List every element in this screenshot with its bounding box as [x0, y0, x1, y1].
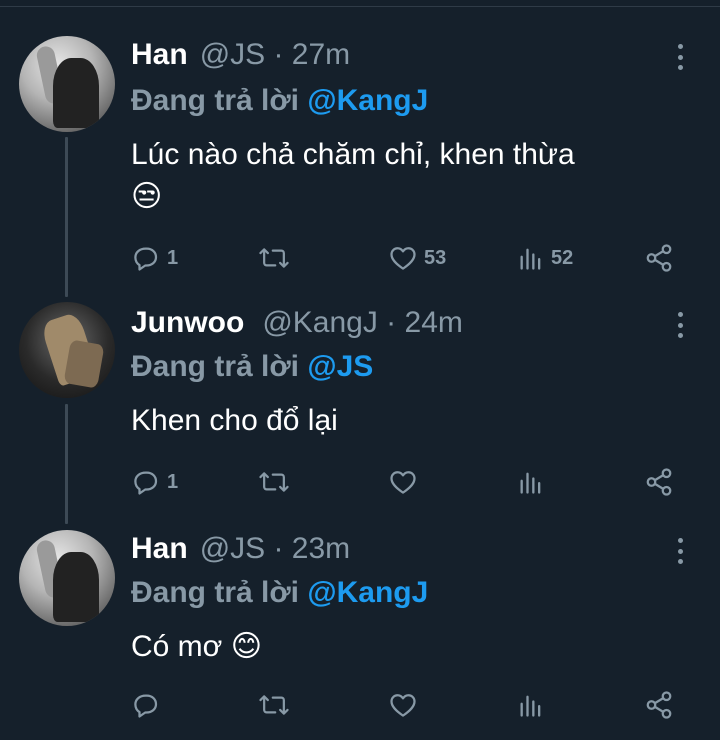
reply-icon [134, 471, 158, 495]
reply-button[interactable]: 1 [131, 465, 178, 499]
action-bar: 1 53 52 [131, 241, 691, 275]
replying-prefix: Đang trả lời [131, 350, 308, 383]
tweet[interactable]: Han @JS · 27m Đang trả lời @KangJ Lúc nà… [0, 0, 720, 290]
handle-and-time[interactable]: @JS · 23m [200, 532, 350, 566]
reply-button[interactable] [131, 688, 167, 722]
display-name[interactable]: Han [131, 532, 188, 566]
share-icon [646, 691, 672, 719]
mention-link[interactable]: @JS [307, 350, 373, 383]
heart-icon [390, 694, 416, 717]
reply-count: 1 [167, 470, 179, 493]
retweet-button[interactable] [258, 465, 296, 499]
views-icon [520, 695, 541, 717]
like-count: 53 [424, 246, 447, 269]
tweet-text: Khen cho đổ lại [131, 400, 691, 442]
unamused-emoji: 😒 [131, 180, 163, 213]
retweet-button[interactable] [258, 688, 296, 722]
handle-and-time[interactable]: @JS · 27m [200, 38, 350, 72]
heart-icon [390, 471, 416, 494]
retweet-icon [259, 695, 289, 715]
tweet-header: Han @JS · 27m [131, 38, 350, 78]
like-button[interactable] [388, 688, 424, 722]
views-count: 52 [551, 246, 574, 269]
tweet-text-body: Lúc nào chả chăm chỉ, khen thừa [131, 138, 575, 171]
handle-and-time[interactable]: @KangJ · 24m [262, 306, 463, 340]
replying-prefix: Đang trả lời [131, 84, 308, 117]
replying-to: Đang trả lời @KangJ [131, 84, 428, 118]
tweet-header: Junwoo @KangJ · 24m [131, 306, 463, 346]
views-button[interactable] [517, 465, 551, 499]
display-name[interactable]: Junwoo [131, 306, 244, 340]
retweet-button[interactable] [258, 241, 296, 275]
more-vertical-icon[interactable] [672, 538, 688, 564]
replying-to: Đang trả lời @JS [131, 350, 373, 384]
smiling-emoji: 😊 [230, 630, 262, 663]
heart-icon [390, 247, 416, 270]
tweet-text-body: Khen cho đổ lại [131, 404, 338, 437]
reply-count: 1 [167, 246, 179, 269]
action-bar: 1 [131, 465, 691, 499]
action-bar [131, 688, 691, 722]
tweet-header: Han @JS · 23m [131, 532, 350, 572]
replying-to: Đang trả lời @KangJ [131, 576, 428, 610]
share-icon [646, 468, 672, 496]
share-icon [646, 244, 672, 272]
replying-prefix: Đang trả lời [131, 576, 308, 609]
views-button[interactable] [517, 688, 551, 722]
avatar[interactable] [19, 302, 115, 398]
share-button[interactable] [644, 688, 674, 722]
share-button[interactable] [644, 241, 674, 275]
tweet[interactable]: Junwoo @KangJ · 24m Đang trả lời @JS Khe… [0, 290, 720, 520]
reply-icon [134, 694, 158, 718]
tweet[interactable]: Han @JS · 23m Đang trả lời @KangJ Có mơ … [0, 520, 720, 740]
reply-icon [134, 247, 158, 271]
avatar[interactable] [19, 36, 115, 132]
mention-link[interactable]: @KangJ [307, 84, 428, 117]
avatar[interactable] [19, 530, 115, 626]
views-icon [520, 248, 541, 270]
views-icon [520, 472, 541, 494]
retweet-icon [259, 248, 289, 268]
more-vertical-icon[interactable] [672, 312, 688, 338]
reply-button[interactable]: 1 [131, 241, 178, 275]
tweet-text: Lúc nào chả chăm chỉ, khen thừa 😒 [131, 134, 691, 218]
like-button[interactable]: 53 [388, 241, 446, 275]
display-name[interactable]: Han [131, 38, 188, 72]
retweet-icon [259, 472, 289, 492]
views-button[interactable]: 52 [517, 241, 573, 275]
more-vertical-icon[interactable] [672, 44, 688, 70]
like-button[interactable] [388, 465, 424, 499]
tweet-text-body: Có mơ [131, 630, 223, 663]
tweet-text: Có mơ 😊 [131, 626, 691, 668]
share-button[interactable] [644, 465, 674, 499]
mention-link[interactable]: @KangJ [307, 576, 428, 609]
